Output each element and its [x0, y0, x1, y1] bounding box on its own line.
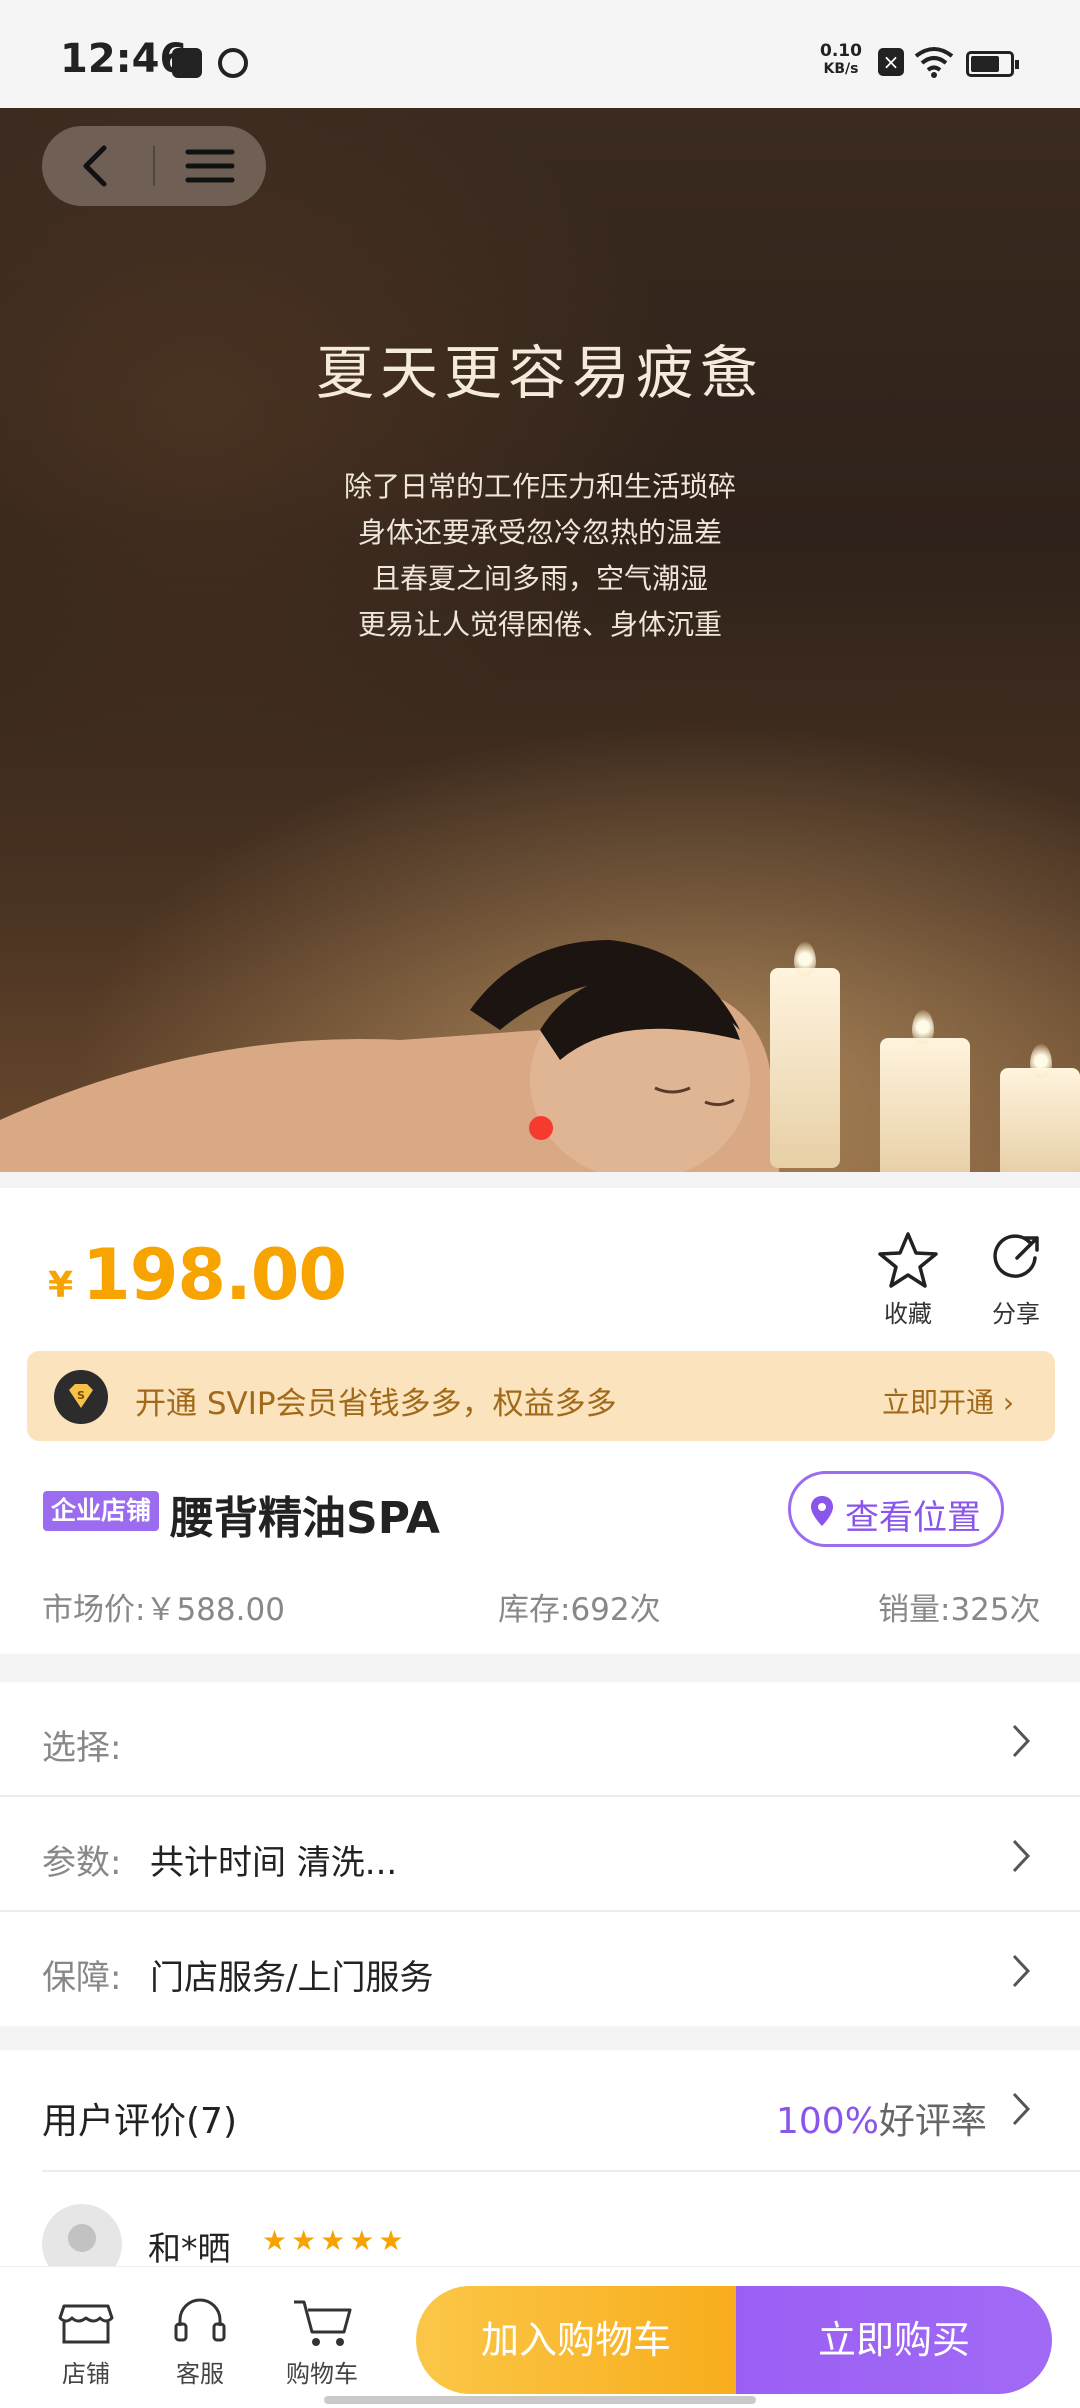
chevron-right-icon[interactable]: [1008, 2090, 1034, 2128]
candle-flame: [912, 1010, 934, 1044]
share-label: 分享: [992, 1300, 1040, 1328]
star-icon: [878, 1232, 938, 1288]
candle-flame: [1030, 1044, 1052, 1078]
svip-diamond-icon: S: [54, 1370, 108, 1424]
hero-line: 更易让人觉得困倦、身体沉重: [357, 608, 722, 641]
candle-flame: [794, 942, 816, 976]
positive-rate-percent: 100%: [776, 2101, 879, 2142]
share-icon: [993, 1234, 1039, 1278]
candle: [770, 968, 840, 1168]
home-indicator[interactable]: [324, 2396, 756, 2404]
params-value: 共计时间 清洗...: [150, 1843, 398, 1883]
menu-icon: [185, 149, 235, 183]
cart-icon: [294, 2300, 352, 2346]
sim-off-icon: ×: [878, 48, 904, 76]
price-currency: ¥: [48, 1265, 74, 1306]
positive-rate-label: 好评率: [878, 2101, 987, 2142]
positive-rate[interactable]: 100%好评率: [776, 2092, 987, 2144]
svip-text: 开通 SVIP会员省钱多多，权益多多: [135, 1386, 617, 1422]
back-icon: [83, 145, 107, 187]
favorite-label: 收藏: [884, 1300, 932, 1328]
price-value: 198.00: [82, 1234, 347, 1316]
stock-count: 库存:692次: [498, 1592, 661, 1628]
hero-line: 身体还要承受忽冷忽热的温差: [357, 516, 722, 549]
chevron-right-icon: [1012, 1724, 1031, 1758]
select-row[interactable]: 选择:: [0, 1682, 1080, 1796]
svip-open-button[interactable]: 立即开通 ›: [882, 1381, 1014, 1421]
params-label: 参数:: [42, 1843, 122, 1883]
candle: [1000, 1068, 1080, 1172]
hero-title: 夏天更容易疲惫: [315, 339, 764, 407]
network-speed: 0.10 KB/s: [820, 41, 862, 77]
mail-icon: [172, 48, 202, 78]
hero-banner[interactable]: 夏天更容易疲惫 除了日常的工作压力和生活琐碎 身体还要承受忽冷忽热的温差 且春夏…: [0, 108, 1080, 1172]
candle: [880, 1038, 970, 1172]
tab-cart-label: 购物车: [286, 2360, 358, 2388]
hero-line: 除了日常的工作压力和生活琐碎: [343, 470, 736, 503]
headset-icon: [174, 2298, 226, 2342]
shop-icon: [58, 2304, 114, 2344]
market-price: 市场价:￥588.00: [42, 1592, 285, 1628]
wifi-icon: [914, 47, 954, 78]
params-row[interactable]: 参数: 共计时间 清洗...: [0, 1797, 1080, 1911]
tab-shop[interactable]: 店铺: [36, 2292, 136, 2392]
tab-customer-service[interactable]: 客服: [150, 2292, 250, 2392]
view-location-label: 查看位置: [845, 1498, 981, 1538]
battery-icon: [966, 51, 1019, 77]
guarantee-label: 保障:: [42, 1958, 122, 1998]
shop-type-badge: 企业店铺: [43, 1491, 160, 1531]
sales-count: 销量:325次: [878, 1592, 1041, 1628]
sync-icon: [218, 48, 248, 78]
buy-now-button[interactable]: 立即购买: [736, 2286, 1052, 2394]
favorite-button[interactable]: 收藏: [863, 1228, 953, 1332]
divider: [42, 2170, 1080, 2172]
status-time: 12:46: [60, 36, 188, 82]
product-title: 腰背精油SPA: [170, 1493, 440, 1544]
chevron-right-icon: [1012, 1954, 1031, 1988]
tab-shop-label: 店铺: [62, 2360, 110, 2388]
guarantee-row[interactable]: 保障: 门店服务/上门服务: [0, 1912, 1080, 2026]
tab-cart[interactable]: 购物车: [272, 2292, 372, 2392]
select-label: 选择:: [42, 1728, 122, 1768]
tab-customer-service-label: 客服: [176, 2360, 224, 2388]
reviews-title[interactable]: 用户评价(7): [42, 2092, 237, 2144]
add-to-cart-button[interactable]: 加入购物车: [416, 2286, 736, 2394]
carousel-indicator[interactable]: [529, 1116, 553, 1140]
svg-text:S: S: [77, 1389, 85, 1402]
share-button[interactable]: 分享: [971, 1228, 1061, 1332]
reviewer-name: 和*晒: [148, 2229, 231, 2268]
chevron-right-icon: [1012, 1839, 1031, 1873]
hero-text: 除了日常的工作压力和生活琐碎 身体还要承受忽冷忽热的温差 且春夏之间多雨，空气潮…: [0, 464, 1080, 648]
hero-line: 且春夏之间多雨，空气潮湿: [371, 562, 708, 595]
guarantee-value: 门店服务/上门服务: [150, 1958, 434, 1998]
back-button[interactable]: [42, 126, 154, 206]
status-bar: 12:46 0.10 KB/s ×: [0, 0, 1080, 108]
review-stars: ★★★★★: [262, 2224, 408, 2257]
location-pin-icon: [811, 1496, 833, 1526]
view-location-button[interactable]: 查看位置: [788, 1471, 1004, 1547]
menu-button[interactable]: [154, 126, 266, 206]
